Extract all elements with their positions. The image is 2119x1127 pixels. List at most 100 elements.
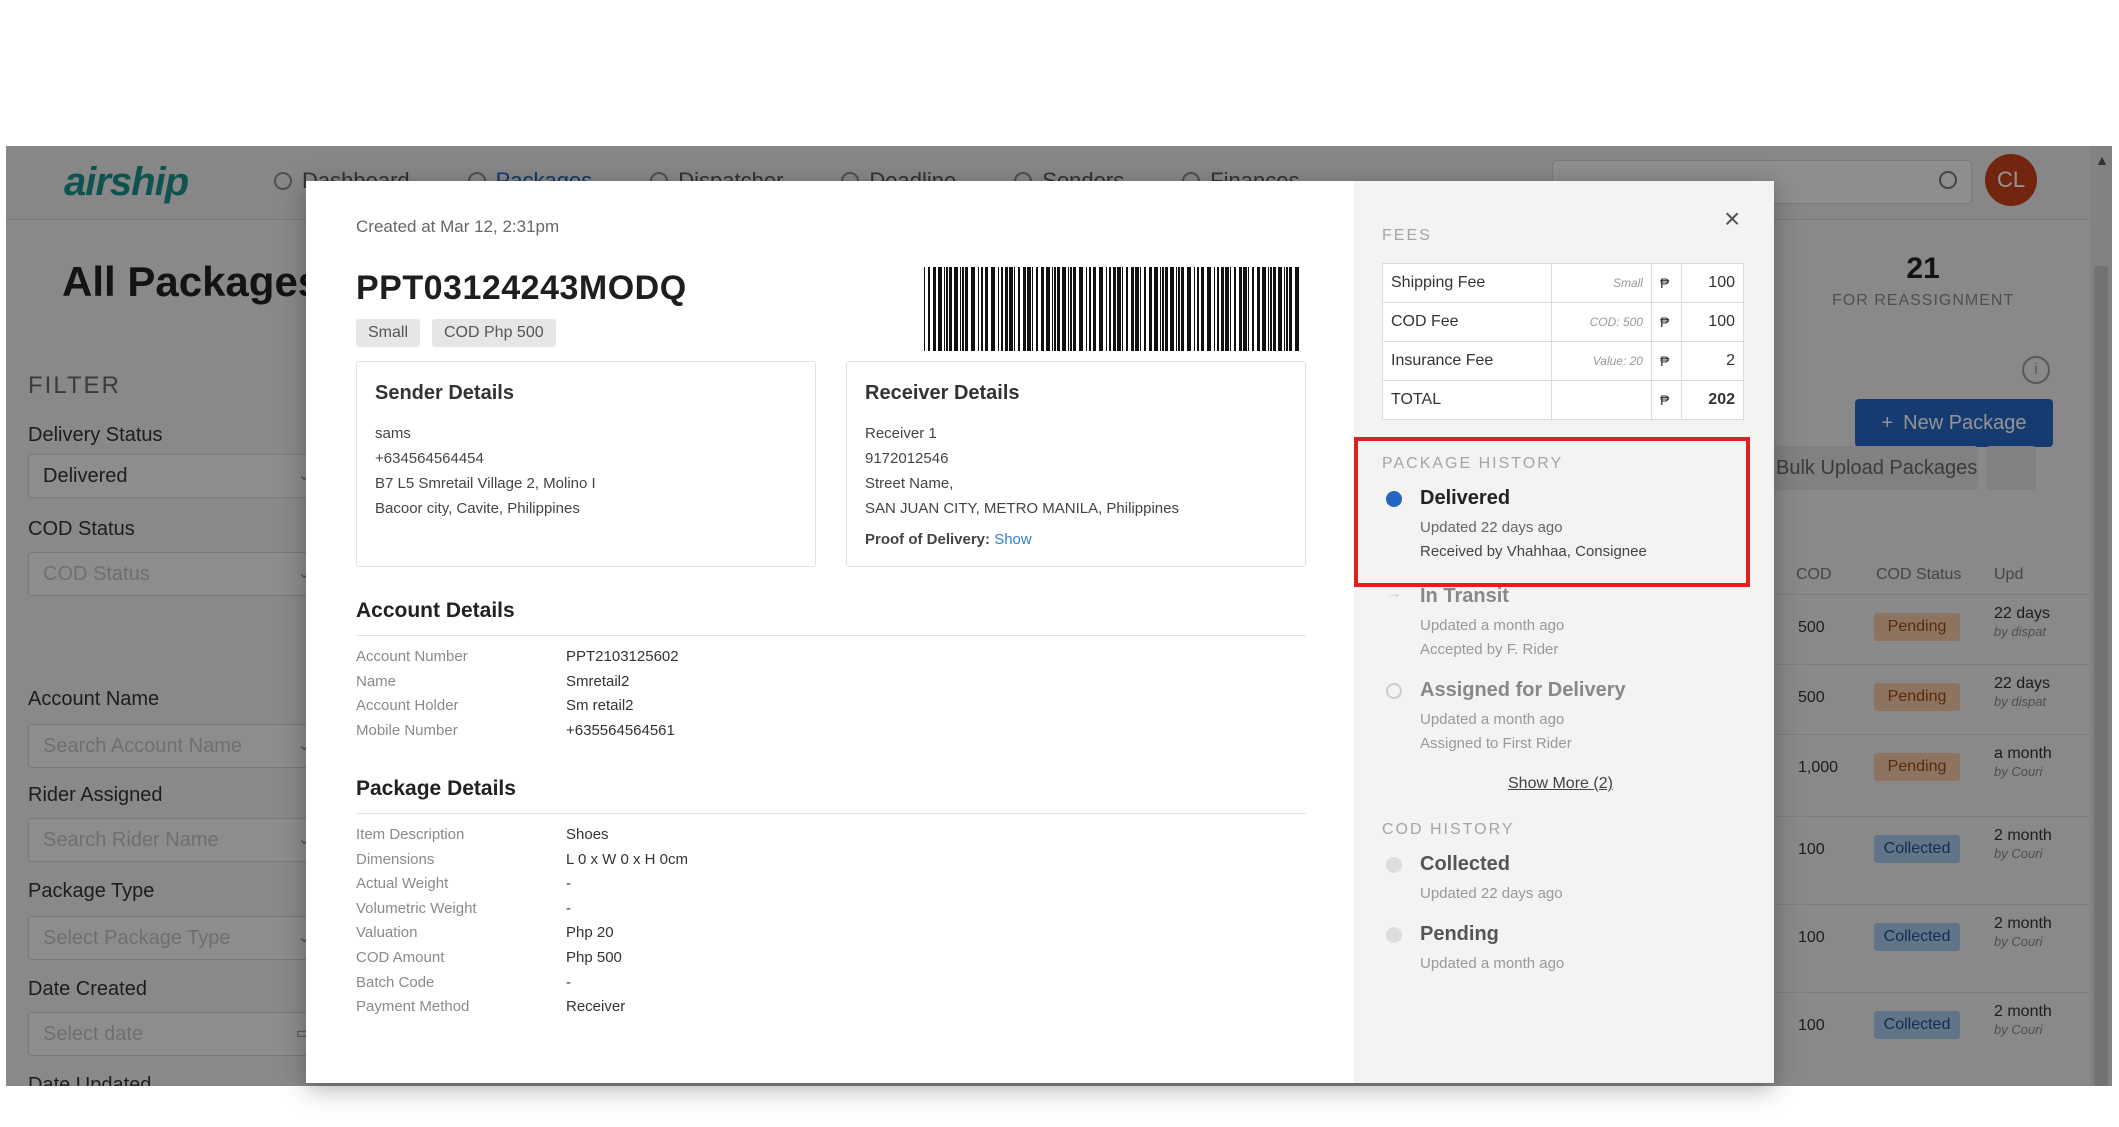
barcode-bar [954,267,958,351]
barcode-bar [1248,267,1249,351]
sender-name: sams [375,425,411,442]
barcode-bar [1160,267,1161,351]
fees-title: FEES [1382,227,1432,244]
barcode-bar [1197,267,1199,351]
barcode-bar [1289,267,1292,351]
barcode-bar [1295,267,1299,351]
account-details-list: Account Number PPT2103125602 Name Smretail… [356,648,679,739]
barcode-bar [1170,267,1174,351]
barcode-bar [944,267,945,351]
barcode-bar [946,267,948,351]
barcode-bar [1207,267,1211,351]
barcode-bar [991,267,995,351]
barcode-bar [1135,267,1139,351]
barcode-bar [1052,267,1053,351]
barcode-bar [1268,267,1269,351]
barcode-bar [1032,267,1033,351]
barcode-bar [1001,267,1003,351]
barcode-bar [1009,267,1013,351]
barcode-bar [1023,267,1026,351]
barcode-bar [1014,267,1015,351]
fee-total-row: TOTAL ₱ 202 [1381,380,1745,420]
barcode-bar [1027,267,1031,351]
barcode-bar [1176,267,1177,351]
barcode-bar [962,267,964,351]
cod-history-item-collected: Collected Updated 22 days ago [1382,853,1754,913]
fees-history-panel: × FEES Shipping Fee Small ₱ 100 COD Fee COD:… [1354,181,1774,1083]
cod-history-item-pending: Pending Updated a month ago [1382,923,1754,983]
proof-of-delivery: Proof of Delivery: Show [865,531,1032,548]
arrow-right-icon: → [1386,585,1402,602]
barcode-bar [1187,267,1191,351]
barcode-bar [1217,267,1219,351]
barcode-bar [971,267,975,351]
package-info-panel: Created at Mar 12, 2:31pm PPT03124243MOD… [306,181,1354,1083]
barcode-bar [1131,267,1134,351]
barcode-bar [1093,267,1096,351]
barcode-bar [1109,267,1111,351]
sender-address-line1: B7 L5 Smretail Village 2, Molino I [375,475,596,492]
barcode-bar [1046,267,1050,351]
fee-row: Shipping Fee Small ₱ 100 [1381,263,1745,303]
barcode-bar [1243,267,1247,351]
barcode-bar [1099,267,1103,351]
barcode-bar [928,267,930,351]
barcode-bar [1089,267,1091,351]
info-icon [1386,491,1402,507]
barcode-bar [1225,267,1229,351]
barcode-bar [1234,267,1236,351]
barcode-bar [1140,267,1141,351]
barcode-bar [1214,267,1215,351]
receiver-phone: 9172012546 [865,450,949,467]
receiver-street: Street Name, [865,475,954,492]
barcode-bar [1068,267,1069,351]
barcode-bar [1165,267,1168,351]
barcode-bar [1057,267,1060,351]
barcode-bar [949,267,952,351]
barcode-bar [1018,267,1020,351]
barcode-bar [1073,267,1076,351]
barcode-bar [1273,267,1276,351]
package-details-title: Package Details [356,777,516,800]
barcode-bar [978,267,979,351]
barcode-bar [1178,267,1180,351]
sender-details-title: Sender Details [375,382,514,404]
barcode-bar [924,267,925,351]
barcode-bar [1106,267,1107,351]
barcode-bar [1062,267,1066,351]
package-history-title: PACKAGE HISTORY [1382,455,1564,472]
history-item-delivered: Delivered Updated 22 days ago Received b… [1382,487,1754,567]
barcode-bar [1070,267,1072,351]
receiver-details-card: Receiver Details Receiver 1 9172012546 S… [846,361,1306,567]
barcode-bar [1005,267,1008,351]
status-dot-icon [1386,927,1402,943]
barcode-bar [1144,267,1146,351]
show-more-link[interactable]: Show More (2) [1508,775,1613,793]
barcode-bar [1201,267,1204,351]
barcode-bar [1162,267,1164,351]
history-item-in-transit: → In Transit Updated a month ago Accepte… [1386,585,1565,658]
account-details-title: Account Details [356,599,515,622]
barcode [924,267,1299,351]
fees-table: Shipping Fee Small ₱ 100 COD Fee COD: 500 ₱ 10… [1381,263,1745,420]
barcode-bar [981,267,983,351]
sender-details-card: Sender Details sams +634564564454 B7 L5 … [356,361,816,567]
barcode-bar [1122,267,1123,351]
barcode-bar [1154,267,1158,351]
close-icon[interactable]: × [1724,203,1740,235]
fee-row: Insurance Fee Value: 20 ₱ 2 [1381,341,1745,381]
barcode-bar [1113,267,1116,351]
barcode-bar [965,267,968,351]
receiver-name: Receiver 1 [865,425,937,442]
barcode-bar [933,267,936,351]
status-dot-icon [1386,857,1402,873]
package-details-list: Item Description Shoes Dimensions L 0 x W … [356,826,688,1016]
divider [356,813,1306,814]
barcode-bar [1262,267,1266,351]
barcode-bar [1086,267,1087,351]
proof-show-link[interactable]: Show [994,531,1032,548]
cod-tag: COD Php 500 [432,319,556,347]
fee-row: COD Fee COD: 500 ₱ 100 [1381,302,1745,342]
cod-history-title: COD HISTORY [1382,821,1515,838]
barcode-bar [1270,267,1272,351]
